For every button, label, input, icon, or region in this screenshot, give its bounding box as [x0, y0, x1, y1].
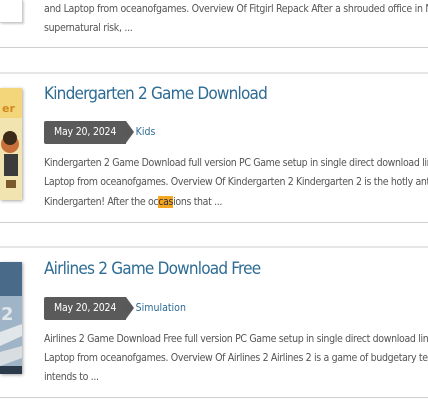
post-excerpt-line: Airlines 2 Game Download Free full versi…: [44, 333, 428, 345]
previous-post-thumbnail[interactable]: [0, 0, 23, 23]
previous-post-excerpt-line: and Laptop from oceanofgames. Overview O…: [44, 3, 428, 15]
previous-post-excerpt-line: supernatural risk, ...: [44, 22, 133, 34]
category-prefix: in: [124, 302, 136, 314]
post-title-link[interactable]: Airlines 2 Game Download Free: [44, 259, 261, 279]
category-prefix: in: [124, 126, 136, 138]
post-excerpt-line: Laptop from oceanofgames. Overview Of Ai…: [44, 352, 428, 364]
svg-text:2: 2: [1, 304, 14, 325]
svg-text:er: er: [2, 102, 15, 115]
post-divider: [0, 397, 428, 398]
game-cover-image: er: [0, 88, 22, 200]
search-highlight: cas: [158, 196, 174, 208]
post-excerpt-line: Kindergarten 2 Game Download full versio…: [44, 157, 428, 169]
post-thumbnail-kindergarten[interactable]: er: [0, 88, 22, 200]
post-excerpt-line: Kindergarten! After the occasions that .…: [44, 193, 428, 213]
excerpt-text: ions that ...: [173, 196, 223, 208]
post-date-badge: May 20, 2024: [44, 297, 135, 320]
post-category: in Kids: [124, 121, 155, 144]
category-link-simulation[interactable]: Simulation: [136, 302, 186, 314]
game-cover-image: 2: [0, 262, 22, 374]
post-divider: [0, 47, 428, 48]
post-category: in Simulation: [124, 297, 186, 320]
category-link-kids[interactable]: Kids: [136, 126, 156, 138]
post-date-badge: May 20, 2024: [44, 121, 135, 144]
post-title-link[interactable]: Kindergarten 2 Game Download: [44, 84, 268, 104]
post-excerpt-line: intends to ...: [44, 371, 99, 383]
post-thumbnail-airlines[interactable]: 2: [0, 262, 22, 374]
post-divider: [0, 246, 428, 248]
post-divider: [0, 222, 428, 223]
post-excerpt-line: Laptop from oceanofgames. Overview Of Ki…: [44, 176, 428, 188]
post-divider: [0, 72, 428, 74]
excerpt-text: Kindergarten! After the oc: [44, 196, 159, 208]
